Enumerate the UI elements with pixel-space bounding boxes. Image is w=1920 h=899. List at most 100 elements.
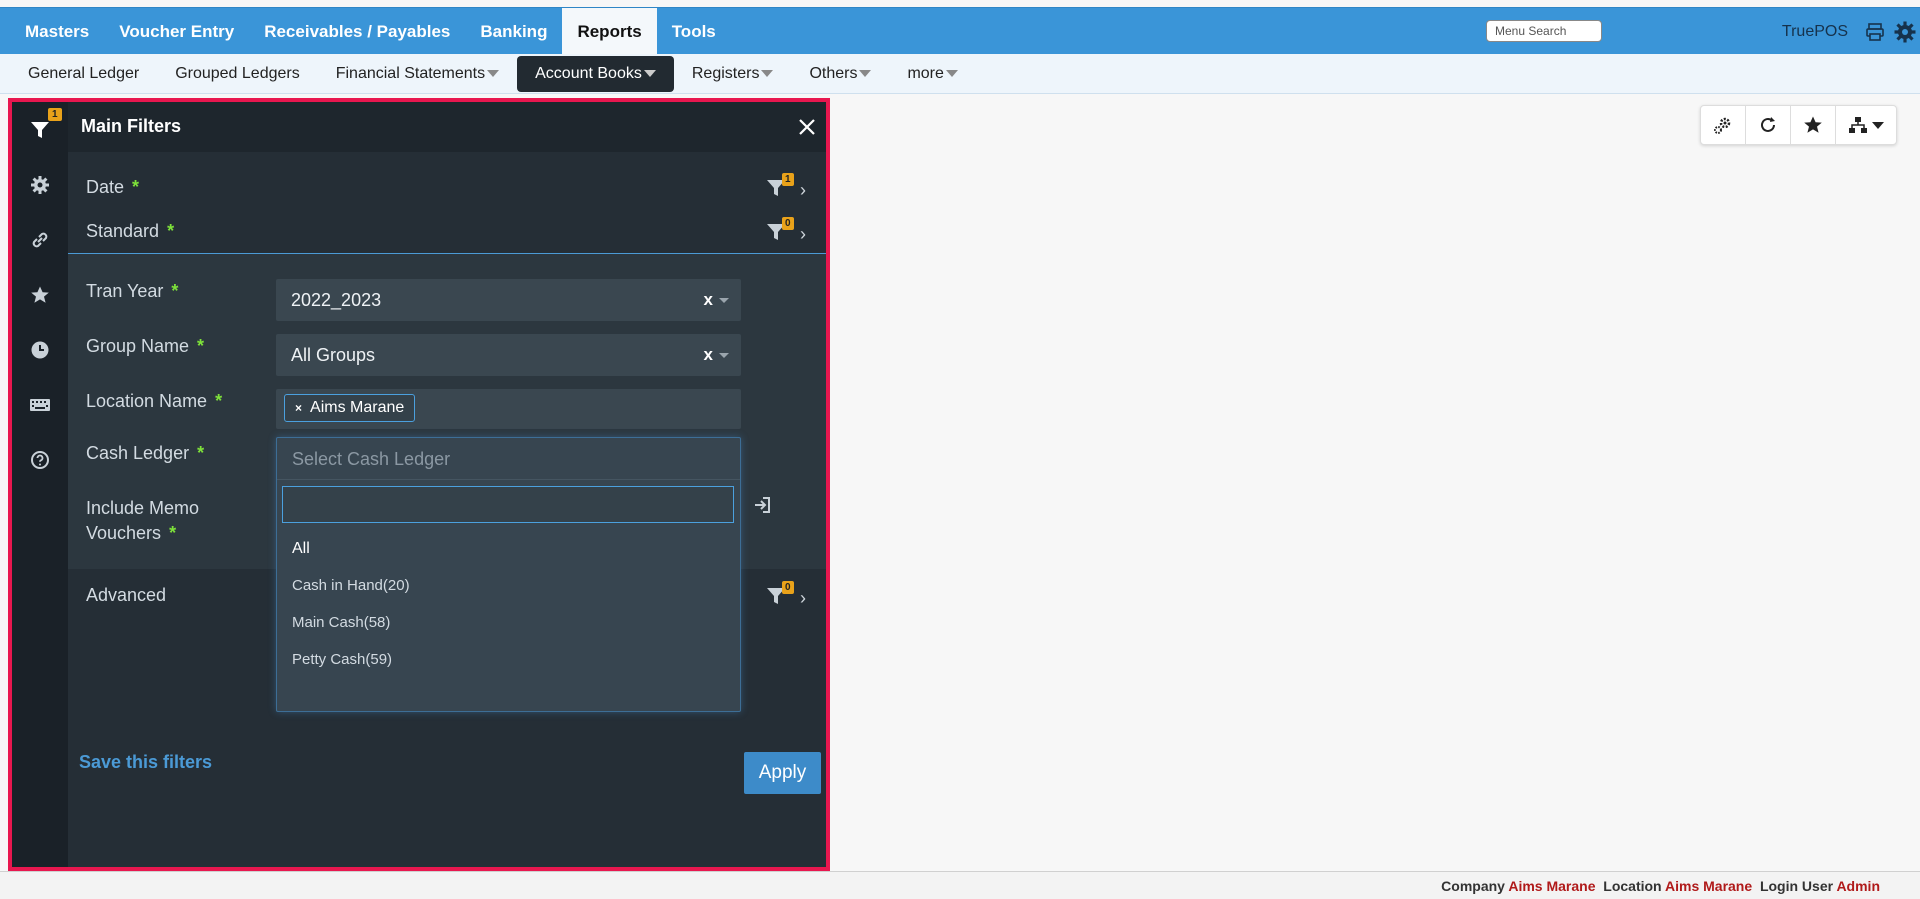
tag-label: Aims Marane [310, 399, 405, 416]
group-name-select[interactable]: All Groups x [276, 334, 741, 376]
clear-selection-button[interactable]: x [704, 279, 713, 321]
dropdown-option[interactable]: Petty Cash(59) [277, 641, 740, 678]
menu-receivables-payables[interactable]: Receivables / Payables [249, 8, 465, 55]
subnav-grouped-ledgers[interactable]: Grouped Ledgers [157, 56, 318, 92]
dropdown-search-input[interactable] [282, 486, 734, 523]
section-filter-indicator: 0 › [766, 217, 806, 246]
top-nav-bar: Masters Voucher Entry Receivables / Paya… [0, 7, 1920, 55]
section-filter-indicator: 1 › [766, 173, 806, 202]
menu-reports[interactable]: Reports [562, 8, 657, 55]
report-toolbar [1700, 105, 1897, 145]
rail-favorites-button[interactable] [12, 267, 68, 322]
section-date[interactable]: Date * 1 › [68, 164, 826, 208]
caret-down-icon [719, 298, 729, 303]
refresh-button[interactable] [1746, 106, 1791, 144]
cash-ledger-label: Cash Ledger [86, 443, 190, 463]
tran-year-select[interactable]: 2022_2023 x [276, 279, 741, 321]
rail-settings-button[interactable] [12, 157, 68, 212]
footer-status: Company Aims Marane Location Aims Marane… [1441, 878, 1880, 894]
dropdown-option[interactable]: Main Cash(58) [277, 604, 740, 641]
rail-keyboard-button[interactable] [12, 377, 68, 432]
menu-banking[interactable]: Banking [465, 8, 562, 55]
dropdown-option[interactable]: Cash in Hand(20) [277, 567, 740, 604]
menu-masters[interactable]: Masters [10, 8, 104, 55]
section-date-label: Date [86, 177, 125, 197]
subnav-label: Account Books [535, 65, 642, 82]
close-icon[interactable] [792, 112, 822, 142]
filter-count-badge: 0 [782, 217, 794, 230]
menu-tools[interactable]: Tools [657, 8, 731, 55]
menu-voucher-entry[interactable]: Voucher Entry [104, 8, 249, 55]
gears-icon [1714, 117, 1731, 134]
filter-count-badge: 1 [48, 108, 62, 121]
caret-down-icon [761, 70, 774, 78]
subnav-others[interactable]: Others [791, 56, 889, 92]
field-label: Location Name * [86, 391, 222, 412]
remove-tag-button[interactable]: × [295, 401, 302, 415]
settings-gears-button[interactable] [1701, 106, 1746, 144]
dropdown-option[interactable]: All [277, 530, 740, 567]
section-filter-indicator: 0 › [766, 581, 806, 610]
keyboard-icon [30, 398, 50, 411]
caret-down-icon [945, 70, 958, 78]
rail-filter-button[interactable]: 1 [12, 102, 68, 157]
star-icon [31, 286, 49, 303]
sign-in-icon[interactable] [748, 491, 776, 519]
field-label: Group Name * [86, 336, 204, 357]
menu-search-input[interactable]: Menu Search [1486, 20, 1602, 42]
rail-link-button[interactable] [12, 212, 68, 267]
subnav-general-ledger[interactable]: General Ledger [10, 56, 157, 92]
selected-value: All Groups [291, 345, 376, 365]
cash-ledger-select[interactable]: Select Cash Ledger [277, 438, 740, 480]
section-label: Standard * [86, 221, 174, 242]
main-filters-panel: 1 Main Filters Date * 1 › Standard * 0 ›… [8, 98, 830, 871]
subnav-registers[interactable]: Registers [674, 56, 792, 92]
sitemap-icon [1849, 117, 1867, 133]
filter-side-rail: 1 [12, 102, 68, 867]
rail-help-button[interactable] [12, 432, 68, 487]
required-mark: * [215, 391, 223, 411]
hierarchy-dropdown-button[interactable] [1836, 106, 1896, 144]
printer-icon[interactable] [1860, 8, 1890, 55]
required-mark: * [171, 281, 179, 301]
sub-nav-bar: General Ledger Grouped Ledgers Financial… [0, 54, 1920, 94]
location-name-multiselect[interactable]: × Aims Marane [276, 389, 741, 429]
refresh-icon [1761, 117, 1775, 132]
subnav-label: Grouped Ledgers [175, 65, 300, 82]
subnav-account-books[interactable]: Account Books [517, 56, 674, 92]
main-menu: Masters Voucher Entry Receivables / Paya… [10, 8, 731, 55]
gear-icon[interactable] [1890, 8, 1920, 55]
field-label: Include Memo Vouchers * [86, 496, 199, 546]
user-label: Login User [1759, 878, 1834, 894]
user-value: Admin [1836, 878, 1880, 894]
save-filters-link[interactable]: Save this filters [79, 752, 212, 773]
caret-down-icon [487, 70, 500, 78]
status-footer: Company Aims Marane Location Aims Marane… [0, 871, 1920, 899]
chevron-right-icon: › [800, 588, 806, 608]
favorite-button[interactable] [1791, 106, 1836, 144]
top-right-area: TruePOS [1782, 8, 1920, 55]
subnav-label: Registers [691, 65, 760, 82]
chevron-right-icon: › [800, 224, 806, 244]
company-label: Company [1441, 878, 1505, 894]
dropdown-options: All Cash in Hand(20) Main Cash(58) Petty… [277, 530, 740, 678]
rail-history-button[interactable] [12, 322, 68, 377]
apply-button[interactable]: Apply [744, 752, 821, 794]
subnav-financial-statements[interactable]: Financial Statements [318, 56, 517, 92]
filter-icon [31, 121, 49, 138]
cash-ledger-dropdown: Select Cash Ledger All Cash in Hand(20) … [276, 437, 741, 712]
caret-down-icon [643, 70, 656, 78]
brand-label[interactable]: TruePOS [1782, 23, 1848, 41]
gear-icon [31, 175, 49, 194]
location-value: Aims Marane [1665, 878, 1753, 894]
section-advanced-label: Advanced [86, 585, 167, 605]
required-mark: * [167, 221, 175, 241]
section-standard[interactable]: Standard * 0 › [68, 208, 826, 252]
panel-header: Main Filters [68, 102, 826, 152]
link-icon [32, 232, 48, 247]
subnav-more[interactable]: more [889, 56, 975, 92]
filter-count-badge: 0 [782, 581, 794, 594]
clear-selection-button[interactable]: x [704, 334, 713, 376]
field-label: Tran Year * [86, 281, 178, 302]
group-name-label: Group Name [86, 336, 190, 356]
